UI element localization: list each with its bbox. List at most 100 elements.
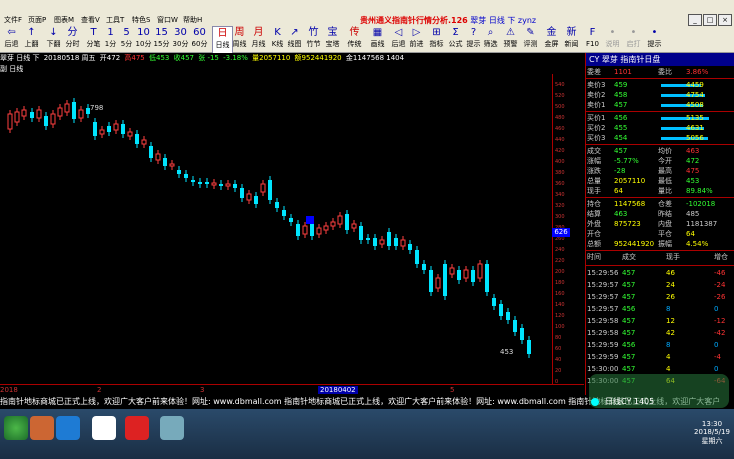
- toolbar-button-28[interactable]: 金金屏: [542, 26, 561, 52]
- y-tick-label: 220: [555, 258, 565, 264]
- menu-view[interactable]: 查看V: [81, 15, 100, 25]
- toolbar-button-31[interactable]: • 说明: [603, 26, 622, 52]
- toolbar-label: 预警: [503, 40, 518, 48]
- menu-special[interactable]: 特色S: [132, 15, 150, 25]
- toolbar-button-30[interactable]: F F10: [583, 26, 602, 52]
- app-icon[interactable]: [30, 416, 54, 440]
- toolbar-button-7[interactable]: 10 10分: [134, 26, 153, 52]
- candle-body: [57, 107, 63, 117]
- toolbar-button-10[interactable]: 60 60分: [190, 26, 209, 52]
- toolbar-button-12[interactable]: 周周线: [230, 26, 249, 52]
- toolbar-button-19[interactable]: ▦ 画线: [368, 26, 387, 52]
- toolbar-button-22[interactable]: ⊞ 指标: [427, 26, 446, 52]
- candle-body: [373, 238, 377, 246]
- toolbar: ⇦ 后退 ↑ 上翻 ↓ 下翻分分时 T 分笔 1 1分 5 5分 10 10分 15 15分 30 30分 60 60…: [0, 26, 734, 54]
- candle-body: [99, 129, 105, 135]
- candle-body: [246, 193, 252, 201]
- quote-row: 卖价3 459 4459: [587, 81, 704, 89]
- candle-body: [36, 109, 42, 119]
- candle-body: [169, 163, 175, 167]
- toolbar-button-13[interactable]: 月月线: [249, 26, 268, 52]
- toolbar-button-27[interactable]: ✎ 评测: [521, 26, 540, 52]
- chart-subtitle: 副 日线: [0, 65, 24, 73]
- widget-label: 日线CY 1405: [605, 397, 655, 406]
- tick-row: 15:29:57 457 24 -24: [587, 281, 726, 289]
- candle-body: [323, 225, 329, 231]
- candle-body: [184, 174, 188, 178]
- minimize-button[interactable]: _: [688, 14, 702, 26]
- toolbar-label: 金屏: [544, 40, 559, 48]
- candle-body: [513, 320, 517, 332]
- y-tick-label: 420: [555, 148, 565, 154]
- toolbar-button-18[interactable]: 传传统: [345, 26, 364, 52]
- quote-row: 买价1 456 5135: [586, 113, 734, 123]
- candle-body: [155, 153, 161, 161]
- word-icon[interactable]: [92, 416, 116, 440]
- toolbar-icon: ↑: [27, 27, 36, 38]
- close-button[interactable]: ×: [718, 14, 732, 26]
- y-tick-label: 200: [555, 269, 565, 275]
- widget-dot-icon[interactable]: [591, 398, 599, 406]
- quote-row: 涨跌 -28 最高 475: [587, 167, 700, 175]
- toolbar-icon: •: [651, 27, 658, 38]
- toolbar-button-29[interactable]: 新新闻: [562, 26, 581, 52]
- toolbar-button-9[interactable]: 30 30分: [171, 26, 190, 52]
- tick-row: 15:29:58 457 12 -12: [587, 317, 726, 325]
- toolbar-button-0[interactable]: ⇦ 后退: [2, 26, 21, 52]
- candle-body: [492, 298, 496, 306]
- toolbar-icon: ↗: [290, 27, 299, 38]
- app-compass-icon[interactable]: [160, 416, 184, 440]
- toolbar-button-26[interactable]: ⚠ 预警: [501, 26, 520, 52]
- toolbar-icon: 宝: [327, 27, 338, 38]
- candle-body: [477, 263, 483, 279]
- toolbar-icon: ✎: [526, 27, 535, 38]
- candle-body: [408, 244, 412, 250]
- toolbar-button-8[interactable]: 15 15分: [152, 26, 171, 52]
- toolbar-button-25[interactable]: ⌕ 筛选: [481, 26, 500, 52]
- start-button-icon[interactable]: [4, 416, 28, 440]
- menu-help[interactable]: 帮助H: [183, 15, 202, 25]
- maximize-button[interactable]: □: [703, 14, 717, 26]
- candle-body: [127, 131, 133, 137]
- candle-body: [233, 184, 237, 188]
- ie-icon[interactable]: [56, 416, 80, 440]
- menu-tools[interactable]: 工具T: [106, 15, 124, 25]
- candle-body: [429, 270, 433, 292]
- app-flag-icon[interactable]: [125, 416, 149, 440]
- toolbar-button-32[interactable]: • 启打: [624, 26, 643, 52]
- toolbar-icon: ◁: [394, 27, 403, 38]
- candlestick-chart[interactable]: 798 453: [0, 74, 552, 384]
- y-tick-label: 160: [555, 291, 565, 297]
- toolbar-button-15[interactable]: ↗ 线图: [285, 26, 304, 52]
- toolbar-button-3[interactable]: 分分时: [63, 26, 82, 52]
- menu-chart[interactable]: 图表M: [54, 15, 74, 25]
- ticks-header: 增仓: [714, 253, 728, 261]
- toolbar-button-2[interactable]: ↓ 下翻: [44, 26, 63, 52]
- y-tick-label: 400: [555, 159, 565, 165]
- candle-body: [506, 312, 510, 320]
- toolbar-button-1[interactable]: ↑ 上翻: [22, 26, 41, 52]
- candle-body: [225, 183, 231, 187]
- toolbar-label: 月线: [251, 40, 266, 48]
- toolbar-icon: ⇦: [7, 27, 16, 38]
- x-tick-label: 20180402: [318, 386, 358, 394]
- high-annotation: 798: [90, 104, 103, 112]
- toolbar-button-23[interactable]: Σ 公式: [446, 26, 465, 52]
- toolbar-button-21[interactable]: ▷ 前进: [407, 26, 426, 52]
- candle-body: [268, 180, 272, 200]
- toolbar-button-20[interactable]: ◁ 后退: [389, 26, 408, 52]
- toolbar-label: 分时: [65, 40, 80, 48]
- candle-body: [211, 182, 217, 186]
- toolbar-button-17[interactable]: 宝宝塔: [323, 26, 342, 52]
- candle-body: [379, 239, 385, 245]
- menu-file[interactable]: 文件F: [4, 15, 22, 25]
- toolbar-button-16[interactable]: 竹竹节: [304, 26, 323, 52]
- menu-window[interactable]: 窗口W: [157, 15, 178, 25]
- toolbar-label: 新闻: [564, 40, 579, 48]
- toolbar-button-33[interactable]: • 提示: [645, 26, 664, 52]
- clock[interactable]: 13:30 2018/5/19 星期六: [690, 420, 734, 446]
- x-tick-label: 3: [200, 386, 205, 394]
- menu-page[interactable]: 页面P: [28, 15, 46, 25]
- candle-body: [198, 182, 202, 184]
- candle-body: [254, 196, 258, 204]
